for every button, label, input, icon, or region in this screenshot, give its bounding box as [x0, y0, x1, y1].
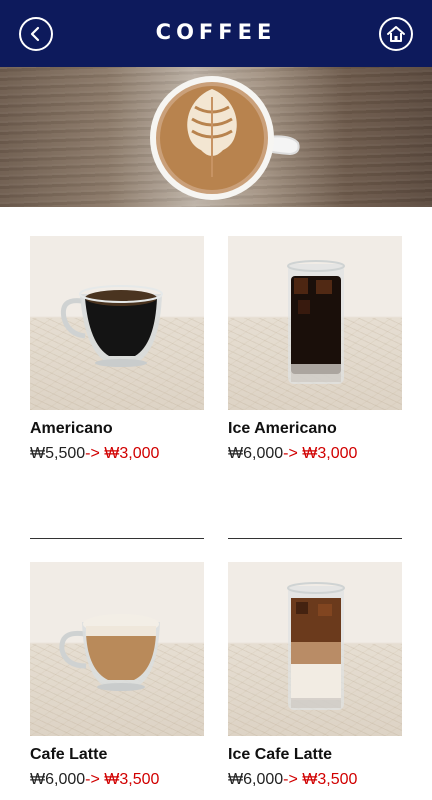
- product-image[interactable]: [228, 236, 402, 410]
- home-button[interactable]: [379, 17, 413, 51]
- product-price: ₩6,000-> ₩3,500: [30, 771, 204, 791]
- original-price: ₩6,000: [30, 771, 86, 788]
- product-card-ice-americano[interactable]: Ice Americano ₩6,000-> ₩3,000: [228, 236, 402, 465]
- home-icon: [387, 26, 405, 42]
- sale-price: ₩3,500: [302, 771, 358, 788]
- product-name: Cafe Latte: [30, 746, 108, 763]
- product-card-ice-cafe-latte[interactable]: Ice Cafe Latte ₩6,000-> ₩3,500: [228, 562, 402, 791]
- sale-price: ₩3,500: [104, 771, 160, 788]
- sale-price: ₩3,000: [302, 445, 358, 462]
- product-price: ₩6,000-> ₩3,500: [228, 771, 402, 791]
- product-name: Ice Americano: [228, 420, 337, 437]
- product-name: Americano: [30, 420, 113, 437]
- product-image[interactable]: [30, 562, 204, 736]
- original-price: ₩5,500: [30, 445, 86, 462]
- hero-banner-image: [0, 67, 432, 207]
- divider: [228, 538, 402, 539]
- divider: [30, 538, 204, 539]
- latte-art-cup-image: [150, 76, 300, 200]
- original-price: ₩6,000: [228, 771, 284, 788]
- price-arrow: ->: [283, 445, 298, 462]
- product-card-cafe-latte[interactable]: Cafe Latte ₩6,000-> ₩3,500: [30, 562, 204, 791]
- sale-price: ₩3,000: [104, 445, 160, 462]
- price-arrow: ->: [283, 771, 298, 788]
- original-price: ₩6,000: [228, 445, 284, 462]
- product-image[interactable]: [30, 236, 204, 410]
- product-card-americano[interactable]: Americano ₩5,500-> ₩3,000: [30, 236, 204, 465]
- header-bar: COFFEE: [0, 0, 432, 67]
- product-price: ₩5,500-> ₩3,000: [30, 445, 204, 465]
- page-title: COFFEE: [155, 20, 277, 44]
- product-image[interactable]: [228, 562, 402, 736]
- product-name: Ice Cafe Latte: [228, 746, 333, 763]
- price-arrow: ->: [85, 771, 100, 788]
- price-arrow: ->: [85, 445, 100, 462]
- product-price: ₩6,000-> ₩3,000: [228, 445, 402, 465]
